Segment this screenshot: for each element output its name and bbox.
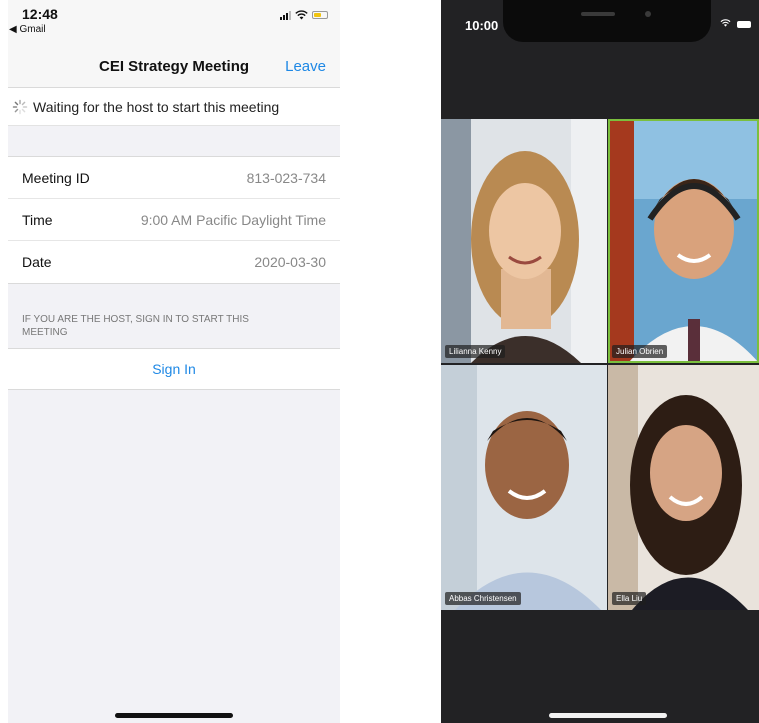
detail-label: Date: [22, 254, 52, 270]
wifi-icon: [295, 10, 308, 20]
back-to-gmail-link[interactable]: ◀ Gmail: [9, 24, 46, 35]
waiting-room-screen: 12:48 ◀ Gmail CEI Strategy Meeting Leave: [8, 0, 340, 723]
detail-value: 2020-03-30: [254, 254, 326, 270]
wifi-icon: [720, 18, 731, 30]
detail-row-meeting-id: Meeting ID 813-023-734: [8, 157, 340, 199]
participant-video: [608, 365, 759, 610]
home-indicator[interactable]: [115, 713, 233, 718]
battery-icon: [737, 20, 751, 28]
participant-tile-active[interactable]: Julian Obrien: [608, 119, 759, 363]
sign-in-row: Sign In: [8, 348, 340, 390]
participant-tile[interactable]: Abbas Christensen: [441, 365, 607, 610]
status-bar: 12:48 ◀ Gmail: [8, 0, 340, 46]
detail-label: Time: [22, 211, 53, 228]
leave-button[interactable]: Leave: [285, 58, 326, 75]
home-indicator[interactable]: [549, 713, 667, 718]
loading-spinner-icon: [12, 99, 28, 114]
detail-row-time: Time 9:00 AM Pacific Daylight Time: [8, 199, 340, 241]
status-icons: [280, 10, 328, 20]
participant-name: Julian Obrien: [612, 345, 668, 358]
meeting-details: Meeting ID 813-023-734 Time 9:00 AM Paci…: [8, 156, 340, 284]
status-time: 12:48: [22, 6, 58, 22]
status-time: 10:00: [465, 18, 499, 33]
detail-value: 813-023-734: [246, 169, 326, 186]
status-icons: [720, 18, 751, 30]
phone-notch: [503, 0, 711, 42]
waiting-status: Waiting for the host to start this meeti…: [8, 88, 340, 126]
host-sign-in-note: IF YOU ARE THE HOST, SIGN IN TO START TH…: [22, 314, 249, 338]
sign-in-button[interactable]: Sign In: [152, 361, 196, 377]
camera-dot: [645, 11, 651, 17]
participant-video: [441, 119, 607, 363]
waiting-text: Waiting for the host to start this meeti…: [33, 98, 280, 115]
detail-row-date: Date 2020-03-30: [8, 241, 340, 283]
detail-value: 9:00 AM Pacific Daylight Time: [140, 211, 326, 228]
participant-video: [441, 365, 607, 610]
speaker-grille: [581, 12, 615, 16]
video-call-screen: 10:00 Lilianna Kenny Julian Obrien Abbas…: [441, 0, 759, 723]
participant-video: [608, 119, 759, 363]
battery-icon: [312, 11, 328, 19]
participant-name: Lilianna Kenny: [445, 345, 506, 358]
participant-name: Ella Liu: [612, 592, 647, 605]
participant-tile[interactable]: Ella Liu: [608, 365, 759, 610]
signal-icon: [280, 10, 291, 20]
participant-name: Abbas Christensen: [445, 592, 521, 605]
detail-label: Meeting ID: [22, 169, 90, 186]
participant-tile[interactable]: Lilianna Kenny: [441, 119, 607, 363]
nav-bar: CEI Strategy Meeting Leave: [8, 46, 340, 88]
